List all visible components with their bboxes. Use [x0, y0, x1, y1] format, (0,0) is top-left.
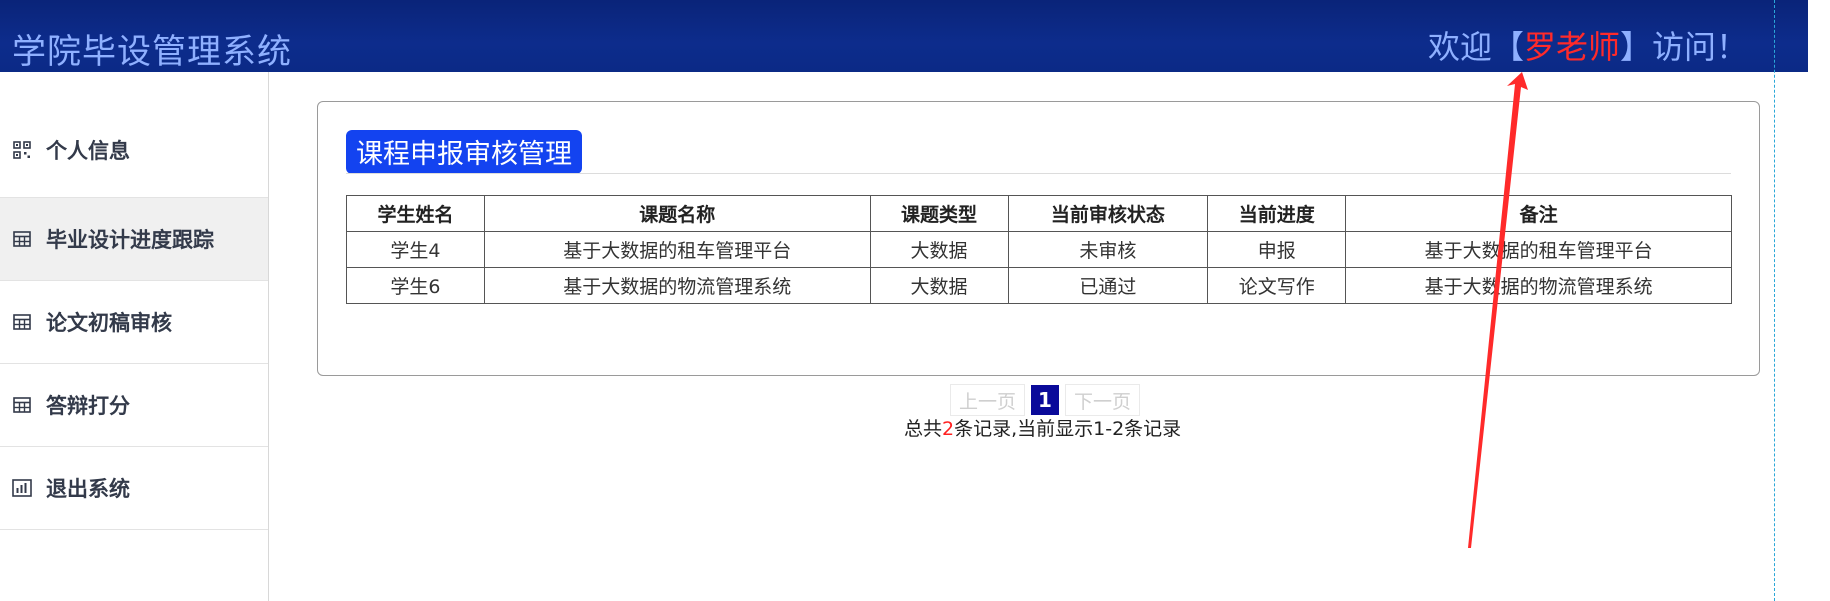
review-panel: 课程申报审核管理 学生姓名 课题名称 课题类型 当前审核状态 当前进度 备注 学… — [317, 101, 1760, 376]
pagination: 上一页 1 下一页 — [950, 384, 1141, 416]
table-cell: 大数据 — [869, 267, 1009, 304]
next-page-button[interactable]: 下一页 — [1065, 384, 1141, 416]
welcome-suffix: 】访问！ — [1619, 28, 1748, 66]
table-cell: 未审核 — [1007, 231, 1209, 268]
column-header: 课题类型 — [869, 195, 1009, 232]
column-header: 当前审核状态 — [1007, 195, 1209, 232]
sidebar: 个人信息 毕业设计进度跟踪 论文初稿审核 答辩打分 退出系统 — [0, 72, 269, 601]
table-cell: 大数据 — [869, 231, 1009, 268]
table-cell: 基于大数据的物流管理系统 — [483, 267, 871, 304]
sidebar-item-label: 退出系统 — [46, 477, 130, 501]
summary-prefix: 总共 — [904, 418, 943, 440]
panel-title: 课程申报审核管理 — [346, 130, 582, 174]
table-cell: 学生6 — [346, 267, 485, 304]
table-cell: 论文写作 — [1207, 267, 1347, 304]
column-header: 学生姓名 — [346, 195, 485, 232]
guide-line — [1774, 0, 1775, 601]
qrcode-icon — [12, 140, 32, 160]
user-name: 罗老师 — [1523, 28, 1620, 66]
table-cell: 申报 — [1207, 231, 1347, 268]
table-cell: 学生4 — [346, 231, 485, 268]
record-summary: 总共2条记录,当前显示1-2条记录 — [904, 414, 1181, 441]
review-table: 学生姓名 课题名称 课题类型 当前审核状态 当前进度 备注 学生4 基于大数据的… — [346, 195, 1732, 304]
summary-suffix: 条记录,当前显示1-2条记录 — [954, 418, 1182, 440]
column-header: 课题名称 — [483, 195, 871, 232]
sidebar-item-draft-review[interactable]: 论文初稿审核 — [0, 281, 268, 364]
top-header: 学院毕设管理系统 欢迎【罗老师】访问！ — [0, 0, 1808, 72]
prev-page-button[interactable]: 上一页 — [950, 384, 1026, 416]
sidebar-item-progress-tracking[interactable]: 毕业设计进度跟踪 — [0, 198, 268, 281]
welcome-message: 欢迎【罗老师】访问！ — [1428, 22, 1748, 68]
table-row: 学生4 基于大数据的租车管理平台 大数据 未审核 申报 基于大数据的租车管理平台 — [346, 231, 1732, 268]
sidebar-item-label: 答辩打分 — [46, 394, 130, 418]
current-page-button[interactable]: 1 — [1031, 385, 1060, 415]
table-cell: 基于大数据的物流管理系统 — [1345, 267, 1732, 304]
table-header-row: 学生姓名 课题名称 课题类型 当前审核状态 当前进度 备注 — [346, 195, 1732, 232]
sidebar-item-label: 论文初稿审核 — [46, 311, 172, 335]
column-header: 备注 — [1345, 195, 1732, 232]
sidebar-item-personal-info[interactable]: 个人信息 — [0, 72, 268, 198]
sidebar-item-label: 个人信息 — [46, 138, 130, 163]
sidebar-item-defense-scoring[interactable]: 答辩打分 — [0, 364, 268, 447]
table-icon — [12, 229, 32, 249]
table-cell: 基于大数据的租车管理平台 — [483, 231, 871, 268]
bar-chart-icon — [12, 478, 32, 498]
table-icon — [12, 312, 32, 332]
sidebar-item-logout[interactable]: 退出系统 — [0, 447, 268, 530]
table-icon — [12, 395, 32, 415]
welcome-prefix: 欢迎【 — [1427, 28, 1524, 66]
table-cell: 基于大数据的租车管理平台 — [1345, 231, 1732, 268]
column-header: 当前进度 — [1207, 195, 1347, 232]
record-count: 2 — [942, 418, 955, 440]
app-title: 学院毕设管理系统 — [12, 32, 292, 72]
table-cell: 已通过 — [1007, 267, 1209, 304]
sidebar-item-label: 毕业设计进度跟踪 — [46, 228, 214, 252]
table-row: 学生6 基于大数据的物流管理系统 大数据 已通过 论文写作 基于大数据的物流管理… — [346, 267, 1732, 304]
title-divider — [346, 173, 1731, 174]
